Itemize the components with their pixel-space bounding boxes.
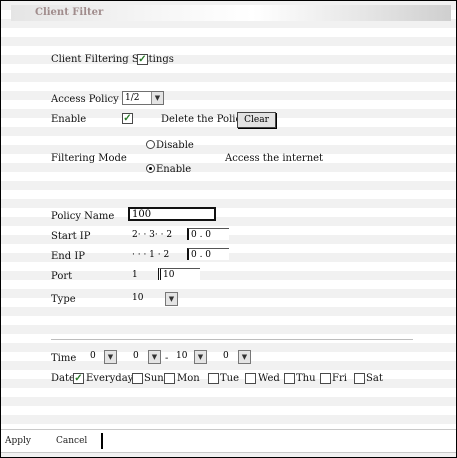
time-start-minute-select[interactable]: 0 ▼ xyxy=(127,350,167,364)
time-end-hour-select[interactable]: 10 ▼ xyxy=(171,350,211,364)
time-end-minute-select[interactable]: 0 ▼ xyxy=(213,350,261,364)
access-policy-label: Access Policy xyxy=(51,94,119,105)
date-tue-label: Tue xyxy=(220,373,240,384)
date-label: Date xyxy=(51,373,75,384)
enable-checkbox[interactable]: ✓ xyxy=(122,113,133,124)
date-tue-checkbox[interactable] xyxy=(208,373,219,384)
date-thu-label: Thu xyxy=(296,373,316,384)
chevron-down-icon: ▼ xyxy=(148,350,161,364)
divider xyxy=(51,339,413,340)
checkmark-icon: ✓ xyxy=(138,54,147,65)
type-select[interactable]: 10 ▼ xyxy=(130,292,178,306)
apply-button[interactable]: Apply xyxy=(5,436,31,446)
start-ip-input-a[interactable]: 2· · 3· · 2 xyxy=(130,229,184,241)
page-title: Client Filter xyxy=(35,7,104,18)
end-ip-input-a[interactable]: · · · 1 · 2 xyxy=(130,249,184,261)
date-wed-label: Wed xyxy=(258,373,280,384)
end-ip-input-b[interactable]: 0 . 0 xyxy=(187,248,229,260)
date-everyday-checkbox[interactable]: ✓ xyxy=(73,373,84,384)
date-wed-checkbox[interactable] xyxy=(245,373,256,384)
chevron-down-icon: ▼ xyxy=(238,350,251,364)
date-fri-checkbox[interactable] xyxy=(320,373,331,384)
date-everyday-label: Everyday xyxy=(86,373,134,384)
chevron-down-icon: ▼ xyxy=(104,350,117,364)
policy-name-label: Policy Name xyxy=(51,211,115,222)
end-ip-label: End IP xyxy=(51,251,85,262)
date-sat-checkbox[interactable] xyxy=(354,373,365,384)
date-thu-checkbox[interactable] xyxy=(284,373,295,384)
chevron-down-icon: ▼ xyxy=(151,92,163,104)
mode-enable-radio[interactable] xyxy=(146,164,155,173)
client-filter-panel: Client Filter Client Filtering Settings … xyxy=(0,0,457,458)
enable-label: Enable xyxy=(51,114,87,125)
time-start-minute-value: 0 xyxy=(133,351,139,361)
port-input-start[interactable]: 1 xyxy=(130,269,156,281)
access-policy-select[interactable]: 1/2 ▼ xyxy=(122,91,164,105)
access-policy-value: 1/2 xyxy=(125,93,140,103)
date-sun-label: Sun xyxy=(144,373,164,384)
time-end-minute-value: 0 xyxy=(223,351,229,361)
date-mon-label: Mon xyxy=(177,373,200,384)
type-label: Type xyxy=(51,294,76,305)
chevron-down-icon: ▼ xyxy=(194,350,207,364)
port-label: Port xyxy=(51,271,73,282)
section-header: Client Filter xyxy=(11,5,451,21)
filtering-settings-label: Client Filtering Settings xyxy=(51,54,174,65)
mode-enable-label: Enable xyxy=(156,164,192,175)
time-separator: - xyxy=(165,353,169,364)
date-fri-label: Fri xyxy=(332,373,347,384)
delete-policy-label: Delete the Policy xyxy=(161,114,247,125)
start-ip-input-b[interactable]: 0 . 0 xyxy=(187,228,229,240)
mode-disable-label: Disable xyxy=(156,140,194,151)
date-sun-checkbox[interactable] xyxy=(132,373,143,384)
filtering-settings-checkbox[interactable]: ✓ xyxy=(137,54,148,65)
mode-disable-radio[interactable] xyxy=(146,140,155,149)
checkmark-icon: ✓ xyxy=(123,113,132,124)
chevron-down-icon: ▼ xyxy=(165,292,178,306)
port-input-end[interactable]: 10 xyxy=(158,268,200,280)
access-internet-note: Access the internet xyxy=(225,153,324,164)
date-sat-label: Sat xyxy=(366,373,383,384)
time-label: Time xyxy=(51,353,77,364)
filtering-mode-label: Filtering Mode xyxy=(51,153,127,164)
type-value: 10 xyxy=(132,293,144,303)
clear-button[interactable]: Clear xyxy=(237,112,276,128)
time-end-hour-value: 10 xyxy=(176,351,188,361)
footer-separator xyxy=(101,433,103,449)
policy-name-input[interactable]: 100 xyxy=(128,207,216,221)
footer-bar: Apply Cancel xyxy=(1,429,456,453)
time-start-hour-select[interactable]: 0 ▼ xyxy=(81,350,127,364)
date-mon-checkbox[interactable] xyxy=(164,373,175,384)
start-ip-label: Start IP xyxy=(51,231,91,242)
cancel-button[interactable]: Cancel xyxy=(56,436,87,446)
time-start-hour-value: 0 xyxy=(90,351,96,361)
